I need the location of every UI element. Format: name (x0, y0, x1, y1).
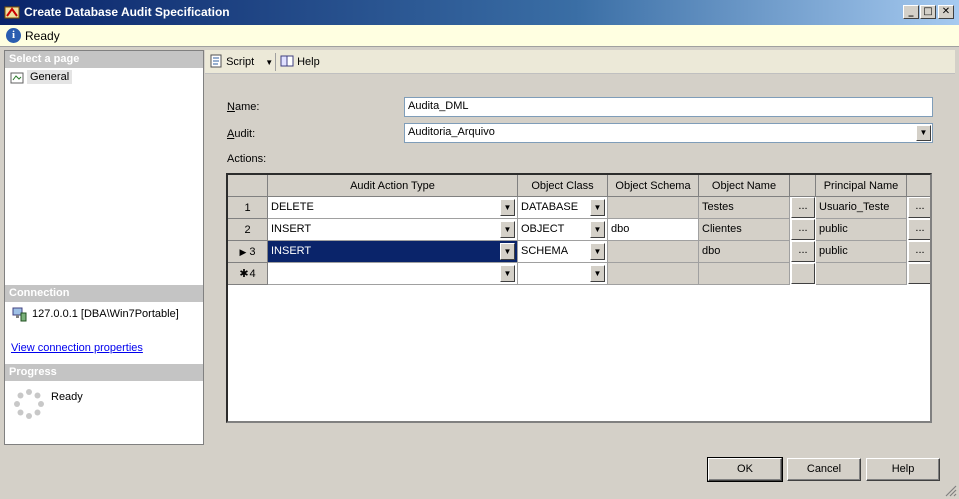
object-class-cell[interactable]: ▼ (518, 263, 608, 285)
audit-spec-icon (4, 6, 20, 19)
ok-button[interactable]: OK (707, 457, 783, 482)
info-icon: i (6, 28, 21, 43)
cancel-button[interactable]: Cancel (787, 458, 861, 481)
help-button[interactable]: Help (866, 458, 940, 481)
object-browse-button[interactable]: ... (791, 197, 815, 218)
column-header-object-schema[interactable]: Object Schema (608, 175, 699, 197)
object-class-cell[interactable]: OBJECT ▼ (518, 219, 608, 241)
status-bar: i Ready (0, 25, 959, 47)
object-class-cell[interactable]: SCHEMA ▼ (518, 241, 608, 263)
left-panel: Select a page General Connection 127.0.0… (4, 50, 204, 445)
actions-grid: Audit Action Type Object Class Object Sc… (226, 173, 932, 423)
progress-spinner-icon (14, 389, 44, 419)
page-item-label: General (27, 70, 73, 84)
chevron-down-icon[interactable]: ▼ (590, 243, 605, 260)
principal-name-cell[interactable]: Usuario_Teste (816, 197, 907, 219)
action-type-cell[interactable]: DELETE ▼ (268, 197, 518, 219)
chevron-down-icon[interactable]: ▼ (265, 58, 273, 67)
minimize-button[interactable]: _ (903, 5, 919, 19)
script-label: Script (226, 56, 255, 68)
object-name-cell[interactable] (699, 263, 790, 285)
script-button[interactable]: Script ▼ (209, 54, 273, 70)
object-name-cell[interactable]: Clientes (699, 219, 790, 241)
name-input[interactable]: Audita_DML (404, 97, 933, 117)
action-type-cell-selected[interactable]: INSERT ▼ (268, 241, 518, 263)
object-class-cell[interactable]: DATABASE ▼ (518, 197, 608, 219)
object-browse-button[interactable]: ... (791, 241, 815, 262)
principal-name-cell[interactable]: public (816, 241, 907, 263)
row-header-current[interactable]: ▶ 3 (228, 241, 268, 263)
help-icon (280, 55, 294, 67)
chevron-down-icon[interactable]: ▼ (916, 125, 931, 141)
column-header-object-browse (790, 175, 816, 197)
principal-browse-button[interactable]: ... (908, 197, 930, 218)
principal-name-cell[interactable] (816, 263, 907, 285)
object-schema-cell[interactable] (608, 263, 699, 285)
chevron-down-icon[interactable]: ▼ (590, 221, 605, 238)
connection-text: 127.0.0.1 [DBA\Win7Portable] (32, 308, 179, 320)
column-header-object-name[interactable]: Object Name (699, 175, 790, 197)
close-button[interactable]: ✕ (938, 5, 954, 19)
help-toolbar-button[interactable]: Help (280, 54, 320, 70)
maximize-button[interactable]: □ (920, 5, 936, 19)
view-connection-properties-link[interactable]: View connection properties (11, 342, 143, 354)
chevron-down-icon[interactable]: ▼ (500, 265, 515, 282)
chevron-down-icon[interactable]: ▼ (590, 265, 605, 282)
object-schema-cell[interactable] (608, 241, 699, 263)
name-label: Name: (227, 101, 260, 113)
progress-header: Progress (5, 364, 203, 381)
object-browse-button[interactable] (791, 263, 815, 284)
principal-browse-button[interactable]: ... (908, 219, 930, 240)
help-label: Help (297, 56, 320, 68)
column-header-object-class[interactable]: Object Class (518, 175, 608, 197)
column-header-principal-browse (907, 175, 930, 197)
object-browse-button[interactable]: ... (791, 219, 815, 240)
chevron-down-icon[interactable]: ▼ (500, 243, 515, 260)
toolbar-divider (275, 53, 276, 71)
audit-value: Auditoria_Arquivo (408, 126, 495, 138)
object-schema-cell[interactable] (608, 197, 699, 219)
principal-name-cell[interactable]: public (816, 219, 907, 241)
column-header-principal-name[interactable]: Principal Name (816, 175, 907, 197)
resize-grip-icon[interactable] (943, 483, 957, 497)
object-name-cell[interactable]: Testes (699, 197, 790, 219)
window-title: Create Database Audit Specification (24, 5, 230, 19)
action-type-cell[interactable]: ▼ (268, 263, 518, 285)
chevron-down-icon[interactable]: ▼ (500, 199, 515, 216)
principal-browse-button[interactable] (908, 263, 930, 284)
connection-header: Connection (5, 285, 203, 302)
object-schema-cell[interactable]: dbo (608, 219, 699, 241)
server-icon (12, 307, 27, 322)
principal-browse-button[interactable]: ... (908, 241, 930, 262)
status-text: Ready (25, 29, 60, 43)
progress-text: Ready (51, 391, 83, 403)
row-header-new[interactable]: ✱4 (228, 263, 268, 285)
script-icon (210, 54, 222, 68)
page-icon (10, 72, 24, 84)
row-header[interactable]: 2 (228, 219, 268, 241)
audit-label: Audit: (227, 128, 256, 140)
chevron-down-icon[interactable]: ▼ (500, 221, 515, 238)
toolbar: Script ▼ Help (205, 50, 955, 74)
row-header-corner (228, 175, 268, 197)
actions-label: Actions: (227, 153, 267, 165)
action-type-cell[interactable]: INSERT ▼ (268, 219, 518, 241)
select-page-header: Select a page (5, 51, 203, 68)
row-header[interactable]: 1 (228, 197, 268, 219)
column-header-audit-action-type[interactable]: Audit Action Type (268, 175, 518, 197)
chevron-down-icon[interactable]: ▼ (590, 199, 605, 216)
audit-select[interactable]: Auditoria_Arquivo ▼ (404, 123, 933, 143)
title-bar: Create Database Audit Specification _ □ … (0, 0, 959, 25)
object-name-cell[interactable]: dbo (699, 241, 790, 263)
